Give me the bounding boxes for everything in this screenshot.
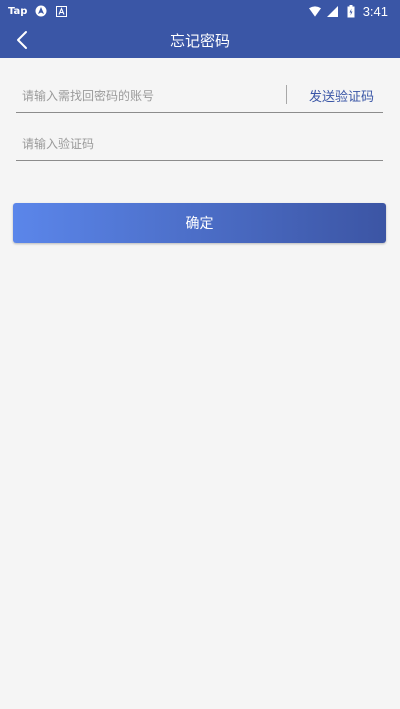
confirm-button[interactable]: 确定 xyxy=(13,203,386,243)
signal-icon xyxy=(327,5,339,17)
page-title: 忘记密码 xyxy=(169,31,230,50)
chevron-left-icon xyxy=(17,31,27,49)
account-row: 发送验证码 xyxy=(16,77,383,113)
code-row xyxy=(16,125,383,161)
nav-bar: 忘记密码 xyxy=(0,22,400,58)
battery-icon xyxy=(345,4,357,17)
a-icon xyxy=(55,5,67,17)
account-input[interactable] xyxy=(20,83,279,109)
status-bar: Tap 3:41 xyxy=(0,0,400,22)
input-divider xyxy=(286,85,287,104)
status-left: Tap xyxy=(8,5,67,17)
verification-code-input[interactable] xyxy=(20,131,379,157)
tap-app-label: Tap xyxy=(8,5,28,17)
send-code-button[interactable]: 发送验证码 xyxy=(300,83,383,107)
status-right: 3:41 xyxy=(308,3,388,19)
back-button[interactable] xyxy=(8,26,36,54)
wifi-icon xyxy=(308,5,321,17)
navigation-icon xyxy=(35,5,47,17)
status-time: 3:41 xyxy=(362,3,388,19)
